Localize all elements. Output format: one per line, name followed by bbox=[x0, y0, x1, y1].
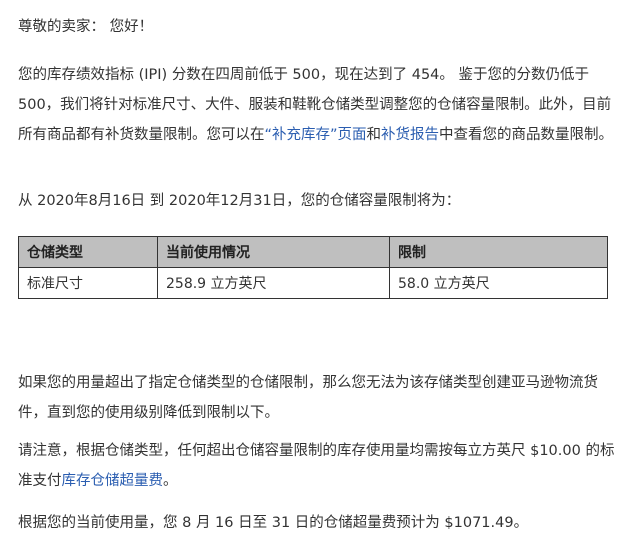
overage-fee-link[interactable]: 库存仓储超量费 bbox=[62, 473, 164, 489]
greeting: 尊敬的卖家： 您好！ bbox=[18, 19, 154, 35]
restock-inventory-link[interactable]: “补充库存”页面 bbox=[265, 127, 367, 143]
header-limit: 限制 bbox=[389, 236, 608, 268]
cell-storage-type: 标准尺寸 bbox=[18, 267, 158, 299]
date-range-paragraph: 从 2020年8月16日 到 2020年12月31日，您的仓储容量限制将为： bbox=[18, 193, 461, 209]
header-storage-type: 仓储类型 bbox=[18, 236, 158, 268]
fee-text-2: 。 bbox=[163, 473, 178, 489]
fee-paragraph: 请注意，根据仓储类型，任何超出仓储容量限制的库存使用量均需按每立方英尺 $10.… bbox=[18, 436, 618, 496]
cell-current-usage: 258.9 立方英尺 bbox=[157, 267, 390, 299]
overage-paragraph: 如果您的用量超出了指定仓储类型的仓储限制，那么您无法为该存储类型创建亚马逊物流货… bbox=[18, 375, 598, 421]
email-body: 尊敬的卖家： 您好！ 您的库存绩效指标 (IPI) 分数在四周前低于 500，现… bbox=[0, 0, 634, 559]
table-header-row: 仓储类型 当前使用情况 限制 bbox=[18, 236, 608, 268]
ipi-text-3: 中查看您的商品数量限制。 bbox=[439, 127, 614, 143]
restock-report-link[interactable]: 补货报告 bbox=[381, 127, 439, 143]
ipi-paragraph: 您的库存绩效指标 (IPI) 分数在四周前低于 500，现在达到了 454。 鉴… bbox=[18, 60, 618, 150]
ipi-text-2: 和 bbox=[366, 127, 382, 143]
cell-limit: 58.0 立方英尺 bbox=[389, 267, 608, 299]
header-current-usage: 当前使用情况 bbox=[157, 236, 390, 268]
table-row: 标准尺寸 258.9 立方英尺 58.0 立方英尺 bbox=[18, 267, 608, 299]
estimate-paragraph: 根据您的当前使用量，您 8 月 16 日至 31 日的仓储超量费预计为 $107… bbox=[18, 515, 529, 531]
storage-limit-table: 仓储类型 当前使用情况 限制 标准尺寸 258.9 立方英尺 58.0 立方英尺 bbox=[18, 236, 608, 299]
